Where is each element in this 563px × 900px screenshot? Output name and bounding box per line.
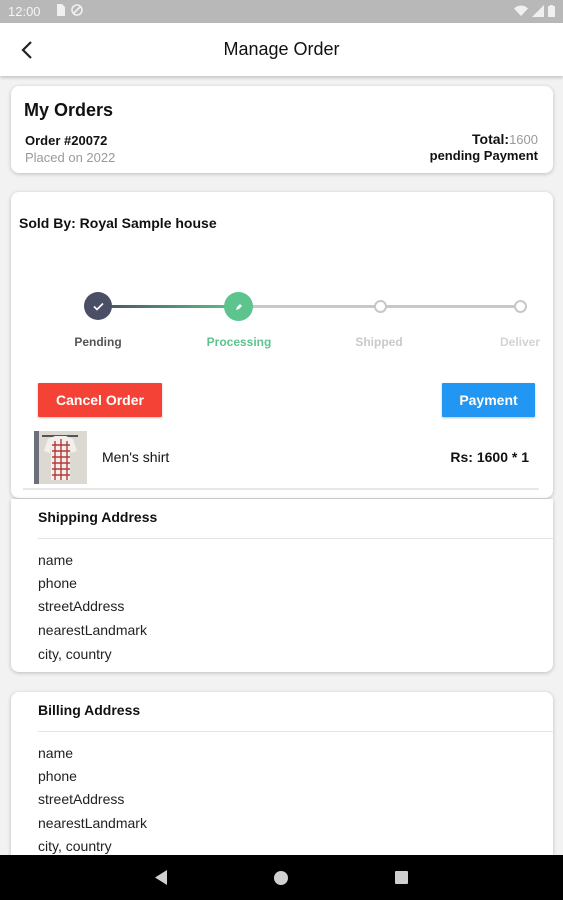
shipping-street: streetAddress bbox=[38, 598, 125, 614]
status-time: 12:00 bbox=[8, 4, 41, 19]
payment-button[interactable]: Payment bbox=[442, 383, 535, 417]
order-placed-date: Placed on 2022 bbox=[25, 150, 116, 165]
item-divider bbox=[23, 488, 539, 490]
progress-connector-3 bbox=[380, 305, 521, 308]
cancel-order-button[interactable]: Cancel Order bbox=[38, 383, 162, 417]
step-label-processing: Processing bbox=[206, 335, 272, 349]
shipping-name: name bbox=[38, 552, 74, 568]
shipping-address-card: Shipping Address name phone streetAddres… bbox=[11, 499, 553, 672]
order-number: Order #20072 bbox=[25, 133, 108, 148]
shipping-divider bbox=[38, 538, 553, 539]
shipping-city-country: city, country bbox=[38, 646, 112, 662]
product-price: Rs: 1600 * 1 bbox=[450, 449, 529, 465]
step-processing-marker bbox=[224, 292, 253, 321]
my-orders-heading: My Orders bbox=[24, 100, 114, 120]
nav-home-icon[interactable] bbox=[274, 871, 288, 885]
signal-icon bbox=[532, 5, 544, 17]
page-title: Manage Order bbox=[223, 39, 340, 59]
step-label-shipped: Shipped bbox=[355, 335, 403, 349]
shipping-landmark: nearestLandmark bbox=[38, 622, 147, 638]
shipping-phone: phone bbox=[38, 575, 77, 591]
order-detail-card: Sold By: Royal Sample house Pending Proc… bbox=[11, 192, 553, 498]
billing-divider bbox=[38, 731, 553, 732]
system-navigation-bar bbox=[0, 855, 563, 900]
order-summary-card: My Orders Order #20072 Placed on 2022 To… bbox=[11, 86, 553, 173]
billing-address-heading: Billing Address bbox=[38, 702, 141, 718]
do-not-disturb-icon bbox=[71, 4, 83, 16]
payment-status: pending Payment bbox=[429, 148, 538, 163]
step-label-deliver: Deliver bbox=[499, 335, 541, 349]
nav-recents-icon[interactable] bbox=[395, 871, 408, 884]
billing-phone: phone bbox=[38, 768, 77, 784]
total-value: 1600 bbox=[509, 132, 538, 147]
progress-connector-2 bbox=[239, 305, 380, 308]
product-thumbnail bbox=[34, 431, 87, 484]
step-shipped-marker bbox=[374, 300, 387, 313]
nav-back-icon[interactable] bbox=[155, 870, 167, 885]
status-notification-icons bbox=[55, 4, 83, 16]
edit-dot-icon bbox=[235, 303, 242, 310]
app-bar: Manage Order bbox=[0, 23, 563, 76]
billing-name: name bbox=[38, 745, 74, 761]
billing-city-country: city, country bbox=[38, 838, 112, 854]
shipping-address-heading: Shipping Address bbox=[38, 509, 158, 525]
billing-address-card: Billing Address name phone streetAddress… bbox=[11, 692, 553, 882]
sim-card-icon bbox=[57, 4, 65, 16]
product-name: Men's shirt bbox=[102, 449, 170, 465]
total-label: Total: bbox=[472, 131, 510, 147]
status-bar: 12:00 bbox=[0, 0, 563, 23]
shirt-image bbox=[34, 431, 87, 484]
step-label-pending: Pending bbox=[74, 335, 122, 349]
step-pending-marker bbox=[84, 292, 112, 320]
order-total: Total:1600 bbox=[472, 131, 538, 147]
check-icon bbox=[92, 302, 104, 311]
progress-connector-1 bbox=[98, 305, 239, 308]
seller-name: Sold By: Royal Sample house bbox=[19, 215, 217, 231]
battery-icon bbox=[548, 5, 555, 17]
status-system-icons bbox=[514, 5, 555, 17]
billing-street: streetAddress bbox=[38, 791, 125, 807]
step-deliver-marker bbox=[514, 300, 527, 313]
wifi-icon bbox=[514, 5, 528, 16]
billing-landmark: nearestLandmark bbox=[38, 815, 147, 831]
